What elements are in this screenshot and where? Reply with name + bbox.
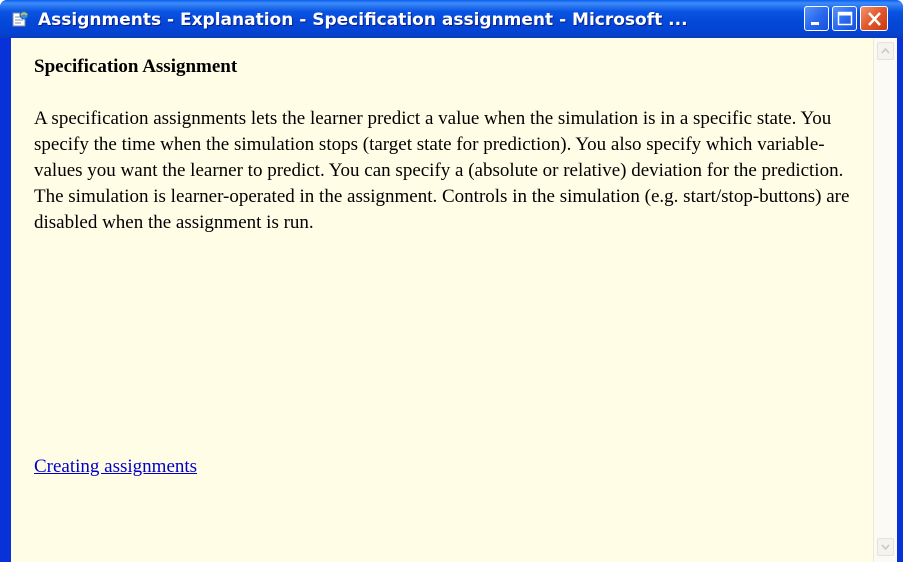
ie-page-icon [11,10,29,28]
close-icon [868,12,881,26]
minimize-icon [811,22,819,25]
browser-window: Assignments - Explanation - Specificatio… [0,0,903,562]
window-title: Assignments - Explanation - Specificatio… [38,10,688,30]
creating-assignments-link[interactable]: Creating assignments [34,456,197,478]
scroll-down-arrow-icon [881,544,890,551]
scroll-down-button[interactable] [877,538,894,556]
document-area: Specification Assignment A specification… [11,38,897,562]
explanation-paragraph: A specification assignments lets the lea… [34,108,850,233]
close-button[interactable] [860,6,888,31]
page-heading: Specification Assignment [34,56,238,77]
title-bar[interactable]: Assignments - Explanation - Specificatio… [0,0,903,38]
maximize-icon [837,11,853,26]
vertical-scrollbar[interactable] [873,38,897,562]
maximize-button[interactable] [832,6,857,31]
scroll-up-button[interactable] [877,42,894,60]
scroll-up-arrow-icon [881,47,890,54]
page-content: Specification Assignment A specification… [11,38,873,562]
minimize-button[interactable] [804,6,829,31]
